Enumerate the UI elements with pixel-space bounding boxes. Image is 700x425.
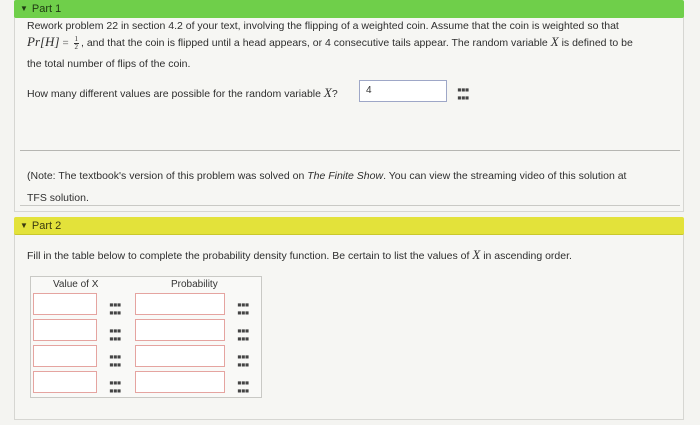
problem-text-2: , and that the coin is flipped until a h… [81, 37, 548, 49]
problem-line-3: the total number of flips of the coin. [27, 58, 677, 71]
page: ▼ Part 1 Rework problem 22 in section 4.2… [0, 0, 700, 425]
divider [20, 150, 680, 151]
probability-input-1[interactable] [135, 293, 225, 315]
problem-line-2: Pr[H] = 12, and that the coin is flipped… [27, 35, 677, 51]
matrix-grid-icon[interactable]: ▪▪▪ ▪▪▪ [109, 301, 121, 317]
probability-input-4[interactable] [135, 371, 225, 393]
math-fraction: 12 [73, 35, 79, 51]
matrix-grid-icon[interactable]: ▪▪▪ ▪▪▪ [237, 301, 249, 317]
part2-label: Part 2 [31, 220, 62, 232]
part1-label: Part 1 [31, 3, 62, 15]
part2-instruction: Fill in the table below to complete the … [27, 248, 677, 263]
matrix-grid-icon[interactable]: ▪▪▪ ▪▪▪ [237, 379, 249, 395]
problem-text-3: the total number of flips of the coin. [27, 58, 191, 70]
caret-down-icon: ▼ [20, 221, 28, 230]
math-pr-h: Pr[H] [27, 34, 60, 49]
value-input-4[interactable] [33, 371, 97, 393]
problem-line-1: Rework problem 22 in section 4.2 of your… [27, 20, 677, 33]
problem-text-2-end: is defined to be [561, 37, 633, 49]
frac-denominator: 2 [74, 42, 79, 51]
matrix-grid-icon[interactable]: ▪▪▪ ▪▪▪ [237, 327, 249, 343]
note-text-b: . You can view the streaming video of th… [383, 170, 627, 182]
instruction-text: Fill in the table below to complete the … [27, 250, 470, 262]
instruction-math-x: X [472, 247, 481, 262]
note-line-2: TFS solution. [27, 192, 89, 205]
value-input-3[interactable] [33, 345, 97, 367]
tfs-solution-link[interactable]: TFS solution. [27, 192, 89, 204]
answer-input[interactable]: 4 [359, 80, 447, 102]
divider-2 [20, 205, 680, 206]
note-line-1: (Note: The textbook's version of this pr… [27, 170, 677, 183]
question: How many different values are possible f… [27, 86, 338, 101]
value-input-1[interactable] [33, 293, 97, 315]
column-header-value: Value of X [53, 279, 99, 290]
note-italic-show: The Finite Show [307, 170, 384, 182]
note-text-a: (Note: The textbook's version of this pr… [27, 170, 305, 182]
column-header-probability: Probability [171, 279, 218, 290]
probability-input-2[interactable] [135, 319, 225, 341]
pdf-table: Value of X Probability ▪▪▪ ▪▪▪ ▪▪▪ ▪▪▪ ▪▪▪… [30, 276, 262, 398]
question-text: How many different values are possible f… [27, 88, 321, 100]
question-math-x: X [323, 85, 332, 100]
matrix-grid-icon[interactable]: ▪▪▪ ▪▪▪ [109, 353, 121, 369]
caret-down-icon: ▼ [20, 4, 28, 13]
math-eq: = [62, 37, 69, 49]
problem-text-1: Rework problem 22 in section 4.2 of your… [27, 20, 619, 32]
part2-header[interactable]: ▼ Part 2 [14, 217, 684, 235]
value-input-2[interactable] [33, 319, 97, 341]
matrix-grid-icon[interactable]: ▪▪▪ ▪▪▪ [109, 379, 121, 395]
question-mark: ? [331, 88, 338, 100]
probability-input-3[interactable] [135, 345, 225, 367]
matrix-grid-icon[interactable]: ▪▪▪ ▪▪▪ [457, 86, 469, 102]
math-x: X [550, 34, 559, 49]
instruction-text-end: in ascending order. [483, 250, 572, 262]
matrix-grid-icon[interactable]: ▪▪▪ ▪▪▪ [109, 327, 121, 343]
matrix-grid-icon[interactable]: ▪▪▪ ▪▪▪ [237, 353, 249, 369]
part1-header[interactable]: ▼ Part 1 [14, 0, 684, 18]
